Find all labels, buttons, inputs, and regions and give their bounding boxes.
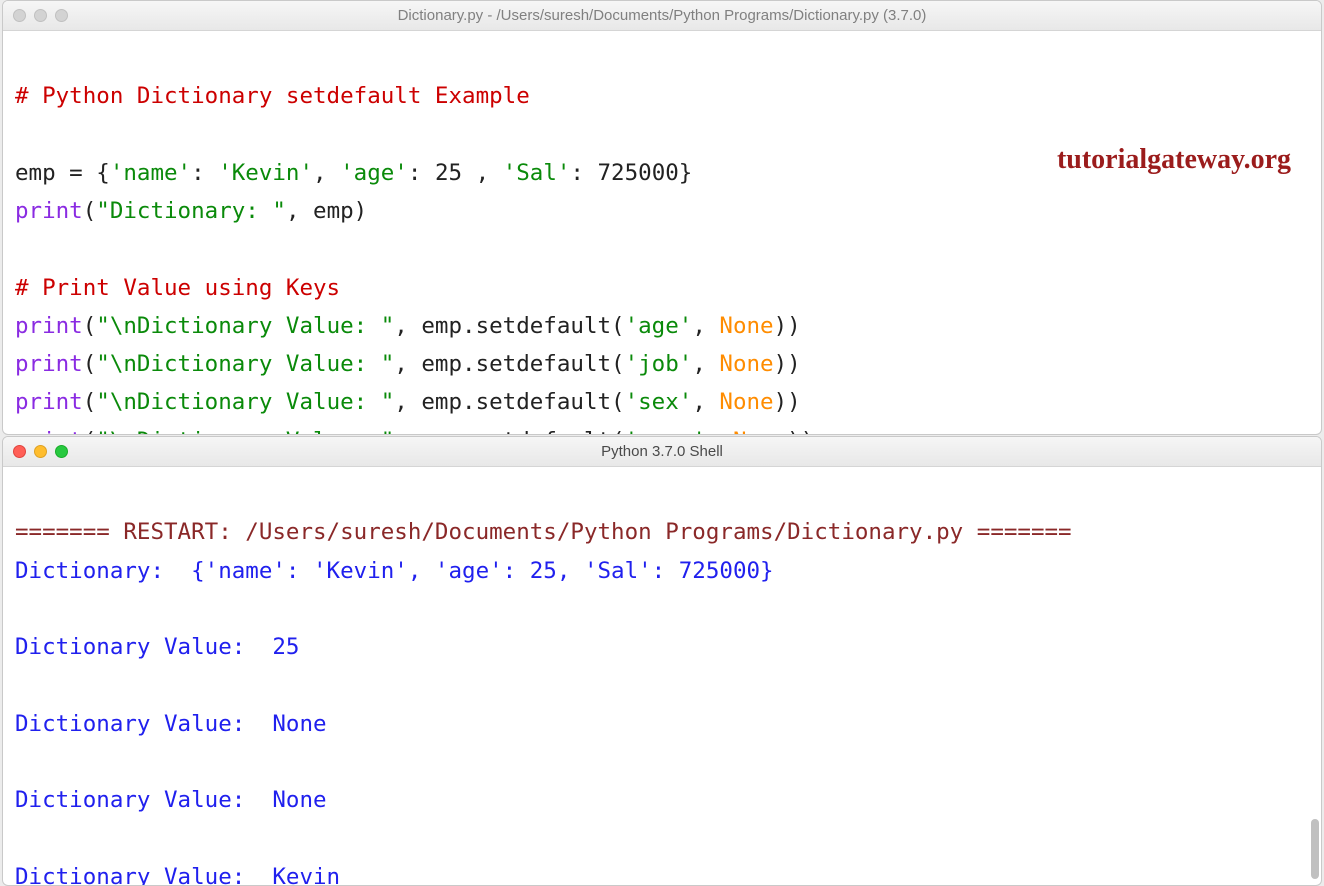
code-string: "\nDictionary Value: " bbox=[96, 351, 394, 377]
shell-output: Dictionary Value: None bbox=[15, 787, 327, 813]
code-string: 'Sal' bbox=[503, 160, 571, 186]
code-text: )) bbox=[774, 351, 801, 377]
close-icon[interactable] bbox=[13, 9, 26, 22]
shell-output: Dictionary: {'name': 'Kevin', 'age': 25,… bbox=[15, 558, 774, 584]
code-keyword: None bbox=[719, 351, 773, 377]
code-string: 'name' bbox=[110, 160, 191, 186]
minimize-icon[interactable] bbox=[34, 445, 47, 458]
code-keyword: None bbox=[719, 389, 773, 415]
code-text: : bbox=[191, 160, 218, 186]
code-keyword: None bbox=[719, 313, 773, 339]
code-text: )) bbox=[787, 428, 814, 436]
code-text: , bbox=[692, 389, 719, 415]
scrollbar[interactable] bbox=[1311, 819, 1319, 879]
code-comment: # Python Dictionary setdefault Example bbox=[15, 83, 530, 109]
code-string: 'age' bbox=[340, 160, 408, 186]
code-string: "\nDictionary Value: " bbox=[96, 428, 394, 436]
code-string: 'job' bbox=[625, 351, 693, 377]
editor-window: Dictionary.py - /Users/suresh/Documents/… bbox=[2, 0, 1322, 435]
close-icon[interactable] bbox=[13, 445, 26, 458]
editor-content[interactable]: # Python Dictionary setdefault Example e… bbox=[3, 31, 1321, 435]
code-text: , bbox=[706, 428, 733, 436]
code-keyword: None bbox=[733, 428, 787, 436]
code-builtin: print bbox=[15, 389, 83, 415]
code-builtin: print bbox=[15, 313, 83, 339]
code-text: , bbox=[692, 351, 719, 377]
code-string: "Dictionary: " bbox=[96, 198, 286, 224]
editor-traffic-lights bbox=[13, 9, 68, 22]
code-text: , emp.setdefault( bbox=[394, 389, 624, 415]
code-string: "\nDictionary Value: " bbox=[96, 389, 394, 415]
code-comment: # Print Value using Keys bbox=[15, 275, 340, 301]
code-text: , bbox=[692, 313, 719, 339]
code-builtin: print bbox=[15, 428, 83, 436]
code-text: ( bbox=[83, 428, 97, 436]
shell-traffic-lights bbox=[13, 445, 68, 458]
shell-output: Dictionary Value: 25 bbox=[15, 634, 299, 660]
shell-title: Python 3.7.0 Shell bbox=[3, 443, 1321, 460]
code-text: , emp.setdefault( bbox=[394, 428, 624, 436]
code-text: )) bbox=[774, 389, 801, 415]
shell-content[interactable]: ======= RESTART: /Users/suresh/Documents… bbox=[3, 467, 1321, 886]
editor-title: Dictionary.py - /Users/suresh/Documents/… bbox=[3, 7, 1321, 24]
code-string: 'Kevin' bbox=[218, 160, 313, 186]
code-text: ( bbox=[83, 389, 97, 415]
watermark: tutorialgateway.org bbox=[1057, 136, 1291, 184]
code-text: ( bbox=[83, 198, 97, 224]
code-text: : 725000} bbox=[570, 160, 692, 186]
shell-titlebar[interactable]: Python 3.7.0 Shell bbox=[3, 437, 1321, 467]
editor-titlebar[interactable]: Dictionary.py - /Users/suresh/Documents/… bbox=[3, 1, 1321, 31]
zoom-icon[interactable] bbox=[55, 445, 68, 458]
code-text: , emp) bbox=[286, 198, 367, 224]
code-builtin: print bbox=[15, 198, 83, 224]
code-text: , emp.setdefault( bbox=[394, 313, 624, 339]
zoom-icon[interactable] bbox=[55, 9, 68, 22]
code-text: )) bbox=[774, 313, 801, 339]
code-text: emp = { bbox=[15, 160, 110, 186]
code-string: 'age' bbox=[625, 313, 693, 339]
code-string: 'sex' bbox=[625, 389, 693, 415]
shell-output: Dictionary Value: None bbox=[15, 711, 327, 737]
code-text: ( bbox=[83, 351, 97, 377]
code-text: : 25 , bbox=[408, 160, 503, 186]
minimize-icon[interactable] bbox=[34, 9, 47, 22]
code-string: "\nDictionary Value: " bbox=[96, 313, 394, 339]
code-string: 'name' bbox=[625, 428, 706, 436]
code-text: ( bbox=[83, 313, 97, 339]
shell-window: Python 3.7.0 Shell ======= RESTART: /Use… bbox=[2, 436, 1322, 886]
shell-restart-line: ======= RESTART: /Users/suresh/Documents… bbox=[15, 519, 1072, 545]
code-builtin: print bbox=[15, 351, 83, 377]
shell-output: Dictionary Value: Kevin bbox=[15, 864, 340, 886]
code-text: , bbox=[313, 160, 340, 186]
code-text: , emp.setdefault( bbox=[394, 351, 624, 377]
